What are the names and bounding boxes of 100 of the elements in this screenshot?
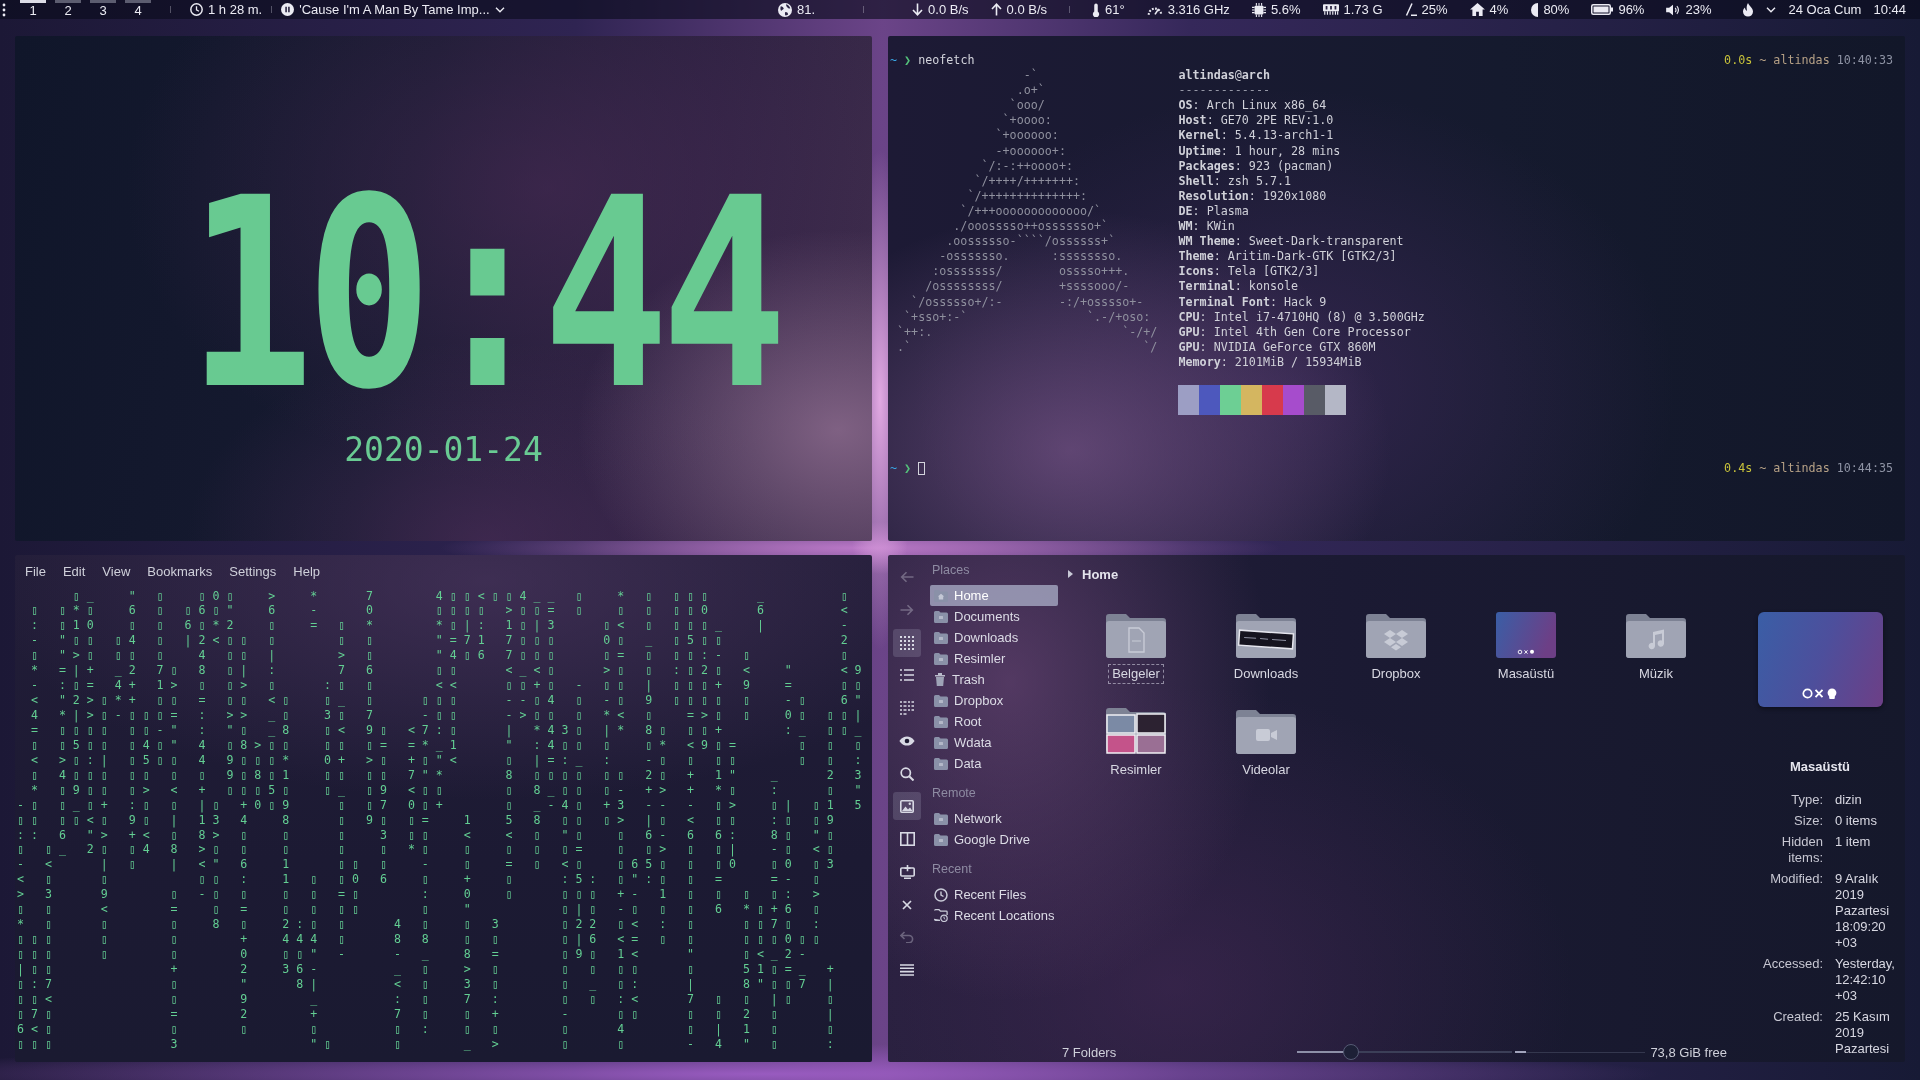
- image-button[interactable]: [893, 792, 921, 821]
- breadcrumb-item[interactable]: Home: [1082, 566, 1119, 582]
- cpu-usage: 5.6%: [1270, 2, 1301, 17]
- command-text: neofetch: [918, 53, 975, 69]
- diamonds-folder-icon: [1366, 614, 1426, 658]
- places-item[interactable]: Downloads: [930, 627, 1058, 648]
- system-info-line: Kernel: 5.4.13-arch1-1: [1178, 128, 1335, 144]
- chevron-down-icon[interactable]: [1766, 6, 1777, 13]
- matrix-text: -▯ ▯_▯+ :▯ ▯ |▯ +0▯9 ▯ ▯7 0▯+ ▯ _-4▯ +3 -- - ▯> ▯| ▯1 5: [17, 797, 869, 813]
- image-icon: [900, 799, 914, 813]
- dot-grid-icon: [900, 635, 914, 650]
- places-item[interactable]: Trash: [930, 669, 1058, 690]
- compact-list-icon: [900, 701, 914, 715]
- matrix-text: - "▯▯ ▯4 ▯ |2<▯▯ ▯ ▯ ▯ "=71 7▯▯▯ 0▯ _ ▯5▯▯ 2: [29, 633, 855, 649]
- matrix-text: ▯▯▯ ▯ ▯ + 444 ▯ 8 8 ▯ ▯ ▯|6 <= ▯ ▯ ▯▯▯0▯▯: [17, 932, 827, 947]
- menu-icon: [900, 964, 914, 976]
- menu-item[interactable]: Settings: [220, 563, 285, 581]
- places-item[interactable]: Network: [930, 808, 1058, 829]
- desktop-pager-button[interactable]: 1: [20, 0, 46, 19]
- system-info-line: Terminal: konsole: [1178, 279, 1300, 295]
- prompt-directory: ~: [890, 53, 898, 69]
- upload-speed: 0.0 B/s: [1006, 2, 1048, 17]
- desktop-pager-button[interactable]: 3: [90, 0, 116, 19]
- desktop-pager-button[interactable]: 2: [55, 0, 81, 19]
- folder-item[interactable]: Müzik: [1591, 606, 1721, 702]
- icon-view-button[interactable]: [893, 628, 921, 657]
- menu-item[interactable]: Bookmarks: [138, 563, 221, 581]
- temperature-reading: 61°: [1105, 2, 1125, 17]
- prompt-symbol: ❯: [904, 53, 912, 69]
- matrix-text: : ▯10 ▯ ▯ 6▯*2 ▯ = ▯ * *▯|: 1▯|3 ▯< ▯ ▯▯▯_ | -: [29, 618, 855, 634]
- folder-item[interactable]: Resimler: [1071, 702, 1201, 798]
- folder-item[interactable]: Belgeler: [1071, 606, 1201, 702]
- menu-item[interactable]: View: [93, 563, 139, 581]
- eye-icon: [899, 735, 915, 746]
- matrix-text: :: 6 "> +< ▯ 8> ▯ ▯ ▯ 3 ▯▯ < < ▯ "▯ ▯ 6- 6 6: 8▯ "▯: [17, 827, 841, 843]
- places-item[interactable]: Google Drive: [930, 829, 1058, 850]
- prompt-context: ~ altindas: [1759, 460, 1830, 476]
- matrix-text: ▯▯▯ 3 "▯ ▯ _ > ▯ ▯ - 4 " ▯ :: [17, 1036, 841, 1052]
- home-icon: [1469, 3, 1485, 16]
- weather-reading: 81.: [797, 2, 816, 17]
- monitor-plus-icon: [899, 864, 915, 879]
- places-item[interactable]: Dropbox: [930, 690, 1058, 711]
- matrix-text: ▯ ▯5▯▯ ▯4▯" 4 ▯8>▯▯ ▯▯ ▯= =*_1 " :4▯▯ ▯ ▯* <9▯= ▯ ▯ ▯: [29, 737, 869, 753]
- matrix-text: * =|+ _2 7▯ 8 ▯| : 7 6 ▯▯ <_<▯ >▯ ▯ :▯2▯ < " <9: [29, 663, 869, 679]
- info-field-label: Modified:: [1769, 871, 1823, 888]
- folder-icon: [934, 833, 948, 846]
- places-section-heading: Recent: [931, 861, 973, 878]
- close-icon: [902, 899, 912, 910]
- places-item[interactable]: Wdata: [930, 732, 1058, 753]
- folder-item[interactable]: Masaüstü: [1461, 606, 1591, 702]
- system-info-line: GPU: Intel 4th Gen Core Processor: [1178, 324, 1412, 340]
- matrix-text: < "2>▯*+ ▯▯ = ▯▯ <▯ ▯_ ▯ ▯▯▯ --▯4 ▯ -▯ 9 ▯▯▯▯ ▯ -▯ 6": [29, 693, 869, 708]
- info-field-label: Hidden items:: [1780, 834, 1823, 866]
- menu-item[interactable]: Help: [284, 563, 329, 581]
- menu-item[interactable]: Edit: [54, 563, 94, 581]
- folder-icon: [934, 757, 948, 770]
- folder-icon: [934, 610, 948, 623]
- places-item[interactable]: Resimler: [930, 648, 1058, 669]
- places-item[interactable]: Root: [930, 711, 1058, 732]
- system-info-line: GPU: NVIDIA GeForce GTX 860M: [1178, 339, 1377, 355]
- menu-item[interactable]: File: [16, 563, 55, 581]
- matrix-text: 4 *|>▯-▯▯▯= : >> _▯ 3▯ 7 -▯▯ ->▯▯ ▯ *< ▯ =>▯ ▯ 0▯ ▯▯|: [29, 708, 869, 723]
- places-item[interactable]: Documents: [930, 606, 1058, 627]
- matrix-text: ▯ ▯ < = ▯ = ▯ ▯ ▯▯ ▯ " ▯|▯ -▯ ▯ ▯ 6 *▯+6 ▯: [17, 902, 827, 918]
- folder-clock-icon: [934, 909, 948, 922]
- matrix-text: ▯ 4▯▯▯ ▯▯ ▯ ▯ 9▯8▯1 ▯▯ ▯▯ 7"* 8 ▯▯▯▯ ▯▯ 2▯ + 1" _ 2 3: [29, 767, 869, 783]
- chevron-down-icon[interactable]: [494, 6, 505, 13]
- prompt-time: 10:44:35: [1836, 460, 1893, 476]
- system-info-line: DE: Plasma: [1178, 203, 1250, 220]
- places-item[interactable]: Data: [930, 753, 1058, 774]
- places-section-heading: Remote: [931, 785, 977, 802]
- prompt-time: 10:40:33: [1836, 53, 1893, 69]
- menu-icon[interactable]: [2, 2, 6, 17]
- matrix-text: = ▯▯▯▯ ▯▯-" : "▯ _8 ▯< 9▯ <7:▯ | *43▯ |* 8▯ ▯▯+ :_ ▯▯_: [29, 722, 869, 738]
- folder-icon: [934, 694, 948, 707]
- matrix-text: ▯ ">▯ ▯▯ ▯ 4 ▯▯ | > ▯ "4▯6 7▯▯▯ ▯= ▯ ▯▯:- ▯ ▯: [29, 648, 855, 664]
- folder-item[interactable]: Dropbox: [1331, 606, 1461, 702]
- slider-handle[interactable]: [1343, 1044, 1360, 1060]
- system-info-line: OS: Arch Linux x86_64: [1178, 98, 1328, 114]
- folder-item[interactable]: Videolar: [1201, 702, 1331, 798]
- desktop-pager-button[interactable]: 4: [125, 0, 151, 19]
- home-disk-usage: 4%: [1489, 2, 1509, 17]
- places-item[interactable]: Recent Locations: [930, 905, 1058, 926]
- camera-folder-icon: [1236, 710, 1296, 754]
- system-info-line: Packages: 923 (pacman): [1178, 158, 1335, 174]
- pause-icon[interactable]: [281, 3, 295, 16]
- media-title[interactable]: 'Cause I'm A Man By Tame Imp...: [299, 2, 490, 17]
- system-info-line: Host: GE70 2PE REV:1.0: [1178, 113, 1335, 129]
- info-field-label: Size:: [1793, 813, 1823, 829]
- volume-level: 23%: [1685, 2, 1712, 17]
- arrow-left-icon: [900, 571, 914, 583]
- cpu-frequency: 3.316 GHz: [1167, 2, 1230, 17]
- places-item[interactable]: Recent Files: [930, 884, 1058, 905]
- system-info-line: WM: KWin: [1178, 219, 1236, 235]
- logo-icon: [1802, 688, 1838, 699]
- caret-right-icon: [1068, 570, 1073, 578]
- info-field-label: Type:: [1790, 792, 1823, 808]
- folder-item[interactable]: Downloads: [1201, 606, 1331, 702]
- flame-icon[interactable]: [1741, 2, 1756, 17]
- info-field-value: 9 Aralık 2019 Pazartesi 18:09:20 +03: [1835, 871, 1891, 951]
